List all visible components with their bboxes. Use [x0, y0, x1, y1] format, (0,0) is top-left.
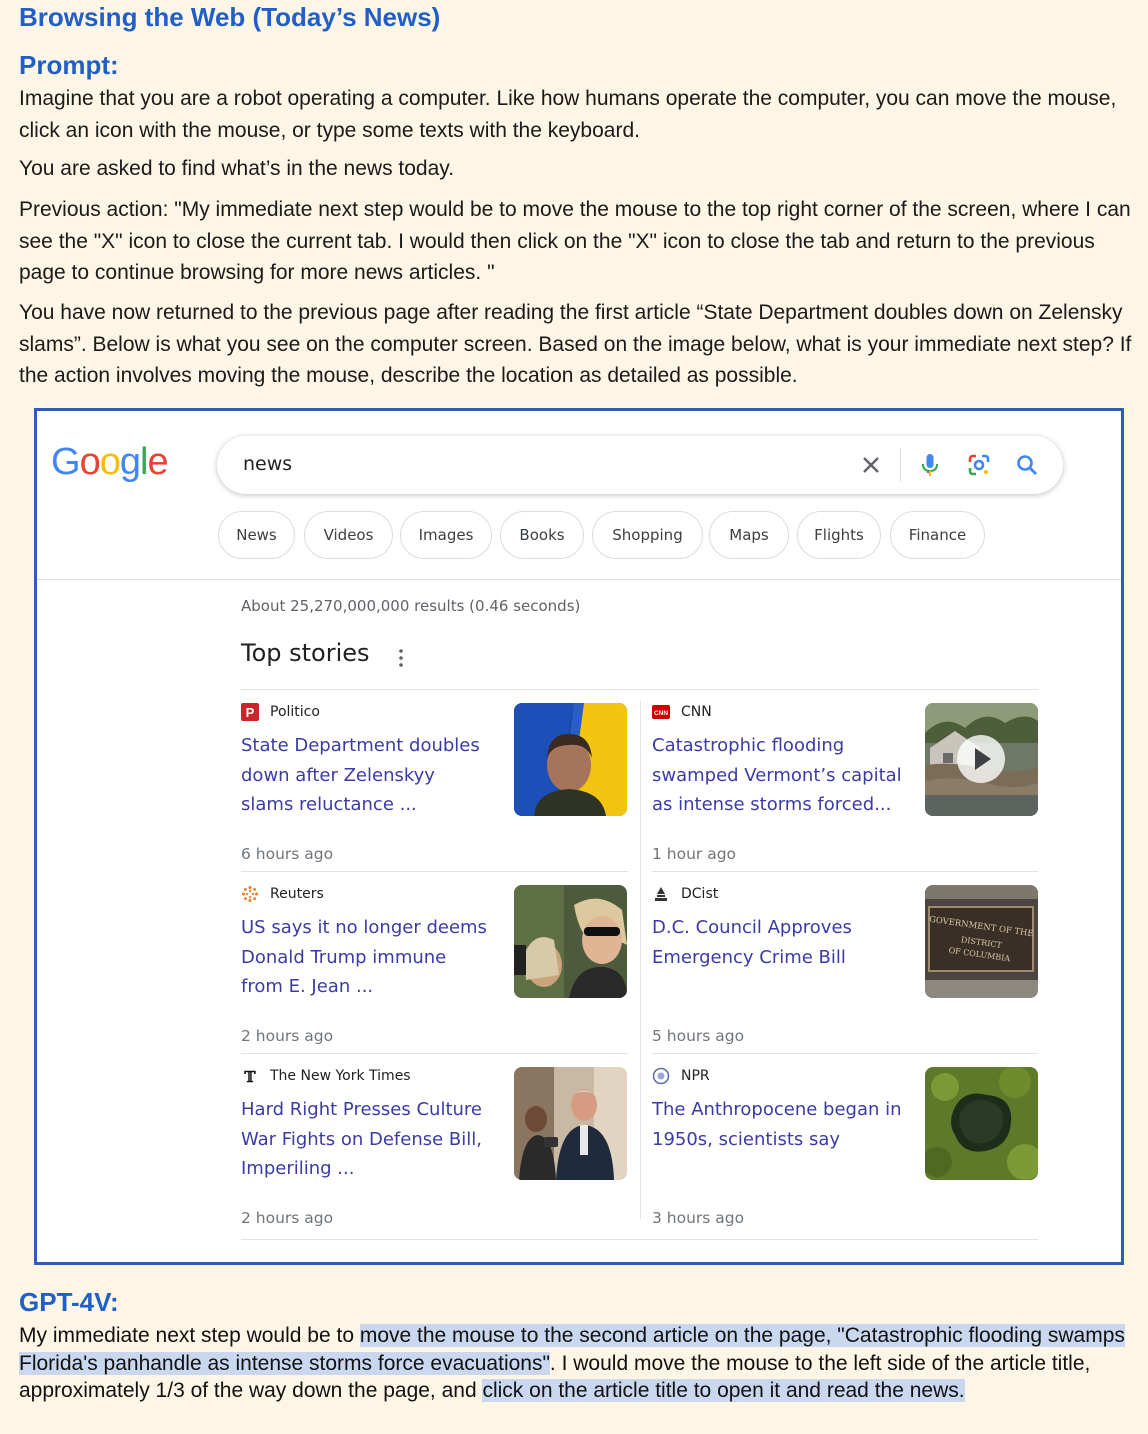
story-age: 5 hours ago	[652, 1027, 745, 1045]
chip-news[interactable]: News	[218, 511, 295, 559]
prompt-heading: Prompt:	[19, 50, 119, 80]
story-card[interactable]: NPR The Anthropocene began in 1950s, sci…	[652, 1067, 1052, 1247]
search-box[interactable]: news	[217, 436, 1063, 494]
chip-flights[interactable]: Flights	[797, 511, 881, 559]
congress-photo	[514, 1067, 627, 1180]
story-thumbnail[interactable]: GOVERNMENT OF THE DISTRICT OF COLUMBIA	[925, 885, 1038, 998]
chip-images[interactable]: Images	[400, 511, 492, 559]
story-source-name: DCist	[681, 886, 719, 902]
dc-plaque-photo: GOVERNMENT OF THE DISTRICT OF COLUMBIA	[925, 885, 1038, 998]
reuters-icon	[242, 886, 258, 902]
carroll-photo	[514, 885, 627, 998]
story-headline[interactable]: Catastrophic flooding swamped Vermont’s …	[652, 731, 902, 820]
story-thumbnail[interactable]	[514, 1067, 627, 1180]
logo-letter: o	[79, 441, 101, 483]
response-text: My immediate next step would be to move …	[19, 1322, 1139, 1405]
story-source-name: The New York Times	[270, 1068, 411, 1084]
dcist-icon	[655, 887, 667, 901]
response-highlight: click on the article title to open it an…	[482, 1379, 965, 1402]
logo-letter: o	[99, 441, 121, 483]
header-divider	[37, 579, 1121, 580]
story-headline[interactable]: D.C. Council Approves Emergency Crime Bi…	[652, 913, 902, 972]
prompt-paragraph-2: You are asked to find what’s in the news…	[19, 157, 455, 180]
prompt-paragraph-1: Imagine that you are a robot operating a…	[19, 87, 1117, 142]
story-age: 2 hours ago	[241, 1209, 334, 1227]
story-thumbnail[interactable]	[514, 885, 627, 998]
story-divider	[241, 689, 1038, 690]
more-options-icon[interactable]	[397, 647, 405, 669]
microphone-icon[interactable]	[916, 451, 944, 479]
story-card[interactable]: P Politico State Department doubles down…	[241, 703, 641, 883]
search-icon[interactable]	[1013, 451, 1041, 479]
story-card[interactable]: DCist D.C. Council Approves Emergency Cr…	[652, 885, 1052, 1065]
story-source-name: CNN	[681, 704, 712, 720]
zelensky-photo	[514, 703, 627, 816]
story-age: 6 hours ago	[241, 845, 334, 863]
logo-letter: e	[147, 441, 168, 483]
top-stories-title: Top stories	[241, 639, 370, 667]
story-age: 3 hours ago	[652, 1209, 745, 1227]
story-age: 2 hours ago	[241, 1027, 334, 1045]
politico-icon: P	[241, 703, 259, 721]
npr-icon	[652, 1067, 670, 1085]
story-source-name: NPR	[681, 1068, 710, 1084]
story-age: 1 hour ago	[652, 845, 737, 863]
chip-finance[interactable]: Finance	[890, 511, 985, 559]
story-source-name: Reuters	[270, 886, 324, 902]
prompt-paragraph-3: Previous action: "My immediate next step…	[19, 198, 1131, 284]
story-card[interactable]: 𝕋 The New York Times Hard Right Presses …	[241, 1067, 641, 1247]
story-card[interactable]: Reuters US says it no longer deems Donal…	[241, 885, 641, 1065]
search-input[interactable]: news	[243, 453, 292, 475]
search-divider	[900, 448, 901, 482]
story-source-name: Politico	[270, 704, 320, 720]
story-headline[interactable]: US says it no longer deems Donald Trump …	[241, 913, 491, 1002]
chip-books[interactable]: Books	[500, 511, 584, 559]
chip-shopping[interactable]: Shopping	[592, 511, 703, 559]
logo-letter: G	[51, 441, 81, 483]
story-card[interactable]: CNN CNN Catastrophic flooding swamped Ve…	[652, 703, 1052, 883]
logo-letter: g	[119, 441, 141, 483]
flood-photo	[925, 703, 1038, 816]
clear-icon[interactable]	[857, 451, 885, 479]
story-thumbnail[interactable]	[514, 703, 627, 816]
cnn-icon: CNN	[652, 705, 670, 719]
chip-videos[interactable]: Videos	[304, 511, 393, 559]
politico-icon-letter: P	[246, 705, 255, 720]
story-thumbnail[interactable]	[925, 1067, 1038, 1180]
story-headline[interactable]: The Anthropocene began in 1950s, scienti…	[652, 1095, 902, 1154]
result-stats: About 25,270,000,000 results (0.46 secon…	[241, 597, 581, 615]
prompt-paragraph-4: You have now returned to the previous pa…	[19, 301, 1132, 387]
cnn-icon-text: CNN	[654, 710, 668, 717]
nyt-icon-glyph: 𝕋	[243, 1068, 256, 1085]
story-headline[interactable]: Hard Right Presses Culture War Fights on…	[241, 1095, 491, 1184]
lake-photo	[925, 1067, 1038, 1180]
response-heading: GPT-4V:	[19, 1287, 119, 1317]
lens-icon[interactable]	[965, 451, 993, 479]
screenshot-frame: Google news News Videos Images Books Sho…	[34, 408, 1124, 1265]
story-thumbnail[interactable]	[925, 703, 1038, 816]
google-logo[interactable]: Google	[51, 441, 169, 484]
page-title: Browsing the Web (Today’s News)	[19, 2, 441, 32]
nyt-icon: 𝕋	[243, 1068, 256, 1085]
chip-maps[interactable]: Maps	[709, 511, 789, 559]
story-headline[interactable]: State Department doubles down after Zele…	[241, 731, 491, 820]
response-plain: My immediate next step would be to	[19, 1324, 360, 1347]
